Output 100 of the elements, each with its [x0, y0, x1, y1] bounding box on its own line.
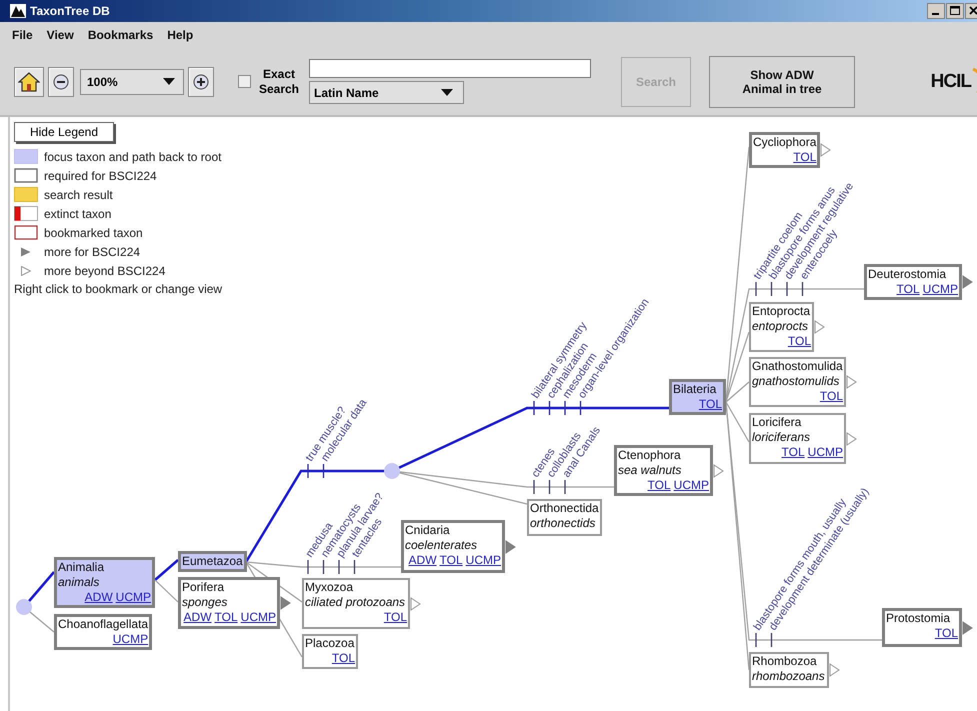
taxon-node[interactable]: Porifera sponges ADW TOL UCMP — [178, 577, 280, 629]
reference-link[interactable]: UCMP — [808, 445, 843, 460]
app-icon — [10, 4, 26, 18]
common-name: coelenterates — [405, 538, 478, 553]
reference-link[interactable]: UCMP — [674, 478, 709, 493]
junction-node[interactable] — [384, 463, 400, 479]
reference-link[interactable]: TOL — [820, 389, 843, 404]
filled-arrow-icon[interactable] — [962, 275, 973, 289]
legend-label: more beyond BSCI224 — [44, 264, 166, 278]
swatch-icon — [14, 206, 38, 221]
caret-icon — [163, 78, 175, 85]
zoom-in-button[interactable] — [188, 66, 214, 96]
reference-link[interactable]: UCMP — [466, 553, 501, 568]
common-name: ciliated protozoans — [305, 595, 406, 610]
hollow-arrow-icon[interactable] — [829, 663, 840, 677]
menu-item[interactable]: View — [46, 28, 74, 42]
hollow-arrow-icon[interactable] — [820, 143, 832, 157]
legend-label: bookmarked taxon — [44, 226, 143, 240]
filled-arrow-icon[interactable] — [505, 540, 516, 554]
taxon-node[interactable]: Orthonectida orthonectids — [527, 499, 602, 536]
minus-icon — [53, 74, 69, 90]
reference-link[interactable]: UCMP — [116, 590, 151, 605]
home-button[interactable] — [14, 66, 44, 96]
legend-label: required for BSCI224 — [44, 168, 157, 182]
caret-icon — [441, 89, 453, 96]
taxon-node[interactable]: Gnathostomulida gnathostomulids TOL — [749, 357, 846, 407]
taxon-name: Cycliophora — [753, 135, 816, 150]
reference-link[interactable]: TOL — [934, 626, 958, 641]
taxon-name: Deuterostomia — [868, 267, 948, 282]
common-name: sea walnuts — [618, 463, 682, 478]
legend-label: more for BSCI224 — [44, 244, 140, 258]
taxon-node[interactable]: Loricifera loriciferans TOL UCMP — [749, 413, 846, 464]
zoom-out-button[interactable] — [48, 66, 74, 96]
reference-link[interactable]: TOL — [440, 553, 463, 568]
legend-label: extinct taxon — [44, 206, 112, 220]
hollow-arrow-icon[interactable] — [410, 596, 421, 610]
taxon-node[interactable]: Myxozoa ciliated protozoans TOL — [302, 578, 410, 629]
taxon-node[interactable]: Cnidaria coelenterates ADW TOL UCMP — [401, 520, 505, 573]
reference-link[interactable]: UCMP — [112, 632, 148, 647]
reference-link[interactable]: ADW — [408, 553, 437, 568]
branch-line — [154, 580, 178, 602]
hollow-arrow-icon[interactable] — [814, 320, 825, 334]
common-name: gnathostomulids — [752, 374, 840, 389]
reference-link[interactable]: TOL — [332, 651, 355, 666]
common-name: animals — [58, 575, 100, 590]
taxon-name: Protostomia — [886, 611, 952, 626]
hollow-arrow-icon[interactable] — [846, 375, 857, 389]
hollow-arrow-icon[interactable] — [846, 432, 857, 446]
swatch-icon — [14, 187, 38, 202]
reference-link[interactable]: TOL — [384, 610, 407, 625]
exact-search-checkbox[interactable] — [238, 75, 251, 88]
menu-item[interactable]: Help — [167, 28, 194, 42]
taxon-node[interactable]: Eumetazoa — [178, 551, 247, 572]
legend-label: focus taxon and path back to root — [44, 150, 222, 164]
exact-search-label: Exact Search — [258, 66, 300, 96]
swatch-icon — [14, 149, 38, 164]
reference-link[interactable]: ADW — [84, 590, 113, 605]
hollow-arrow-icon[interactable] — [713, 464, 724, 478]
reference-link[interactable]: ADW — [184, 610, 212, 625]
reference-link[interactable]: TOL — [698, 397, 722, 412]
menu-item[interactable]: Bookmarks — [88, 28, 154, 42]
taxon-node[interactable]: Bilateria TOL — [669, 379, 726, 415]
taxon-name: Ctenophora — [618, 448, 682, 463]
taxon-name: Porifera — [182, 580, 226, 595]
taxon-node[interactable]: Animalia animals ADW UCMP — [54, 557, 155, 608]
search-field[interactable] — [309, 59, 591, 78]
reference-link[interactable]: TOL — [788, 334, 811, 349]
taxon-name: Eumetazoa — [182, 554, 243, 569]
show-in-tree-button[interactable]: Show ADW Animal in tree — [709, 56, 855, 108]
taxon-name: Cnidaria — [405, 523, 451, 538]
taxon-node[interactable]: Deuterostomia TOL UCMP — [864, 264, 962, 300]
maximize-icon[interactable] — [946, 3, 964, 19]
taxon-node[interactable]: Entoprocta entoprocts TOL — [749, 302, 814, 352]
filled-arrow-icon[interactable] — [962, 620, 973, 634]
reference-link[interactable]: TOL — [896, 282, 920, 297]
legend-label: search result — [44, 188, 113, 202]
taxon-node[interactable]: Choanoflagellata UCMP — [54, 614, 152, 650]
legend-hint: Right click to bookmark or change view — [14, 282, 222, 296]
hide-legend-button[interactable]: Hide Legend — [14, 122, 114, 142]
taxon-node[interactable]: Cycliophora TOL — [749, 132, 820, 168]
reference-link[interactable]: UCMP — [922, 282, 958, 297]
taxon-node[interactable]: Ctenophora sea walnuts TOL UCMP — [614, 445, 713, 496]
taxon-node[interactable]: Protostomia TOL — [882, 608, 962, 647]
reference-link[interactable]: UCMP — [240, 610, 276, 625]
search-type-dropdown[interactable]: Latin Name — [309, 81, 464, 104]
taxon-node[interactable]: Rhombozoa rhombozoans — [749, 652, 829, 688]
filled-arrow-icon[interactable] — [280, 596, 291, 610]
zoom-dropdown[interactable]: 100% — [80, 68, 184, 94]
reference-link[interactable]: TOL — [648, 478, 671, 493]
taxon-name: Orthonectida — [530, 501, 599, 516]
menu-item[interactable]: File — [12, 28, 33, 42]
reference-link[interactable]: TOL — [793, 150, 816, 165]
logo: HCIL — [930, 70, 971, 92]
reference-link[interactable]: TOL — [782, 445, 805, 460]
common-name: entoprocts — [752, 319, 810, 334]
reference-link[interactable]: TOL — [214, 610, 238, 625]
junction-node[interactable] — [16, 599, 32, 615]
minimize-icon[interactable] — [927, 3, 945, 19]
taxon-node[interactable]: Placozoa TOL — [302, 634, 358, 669]
branch-line — [154, 559, 179, 581]
